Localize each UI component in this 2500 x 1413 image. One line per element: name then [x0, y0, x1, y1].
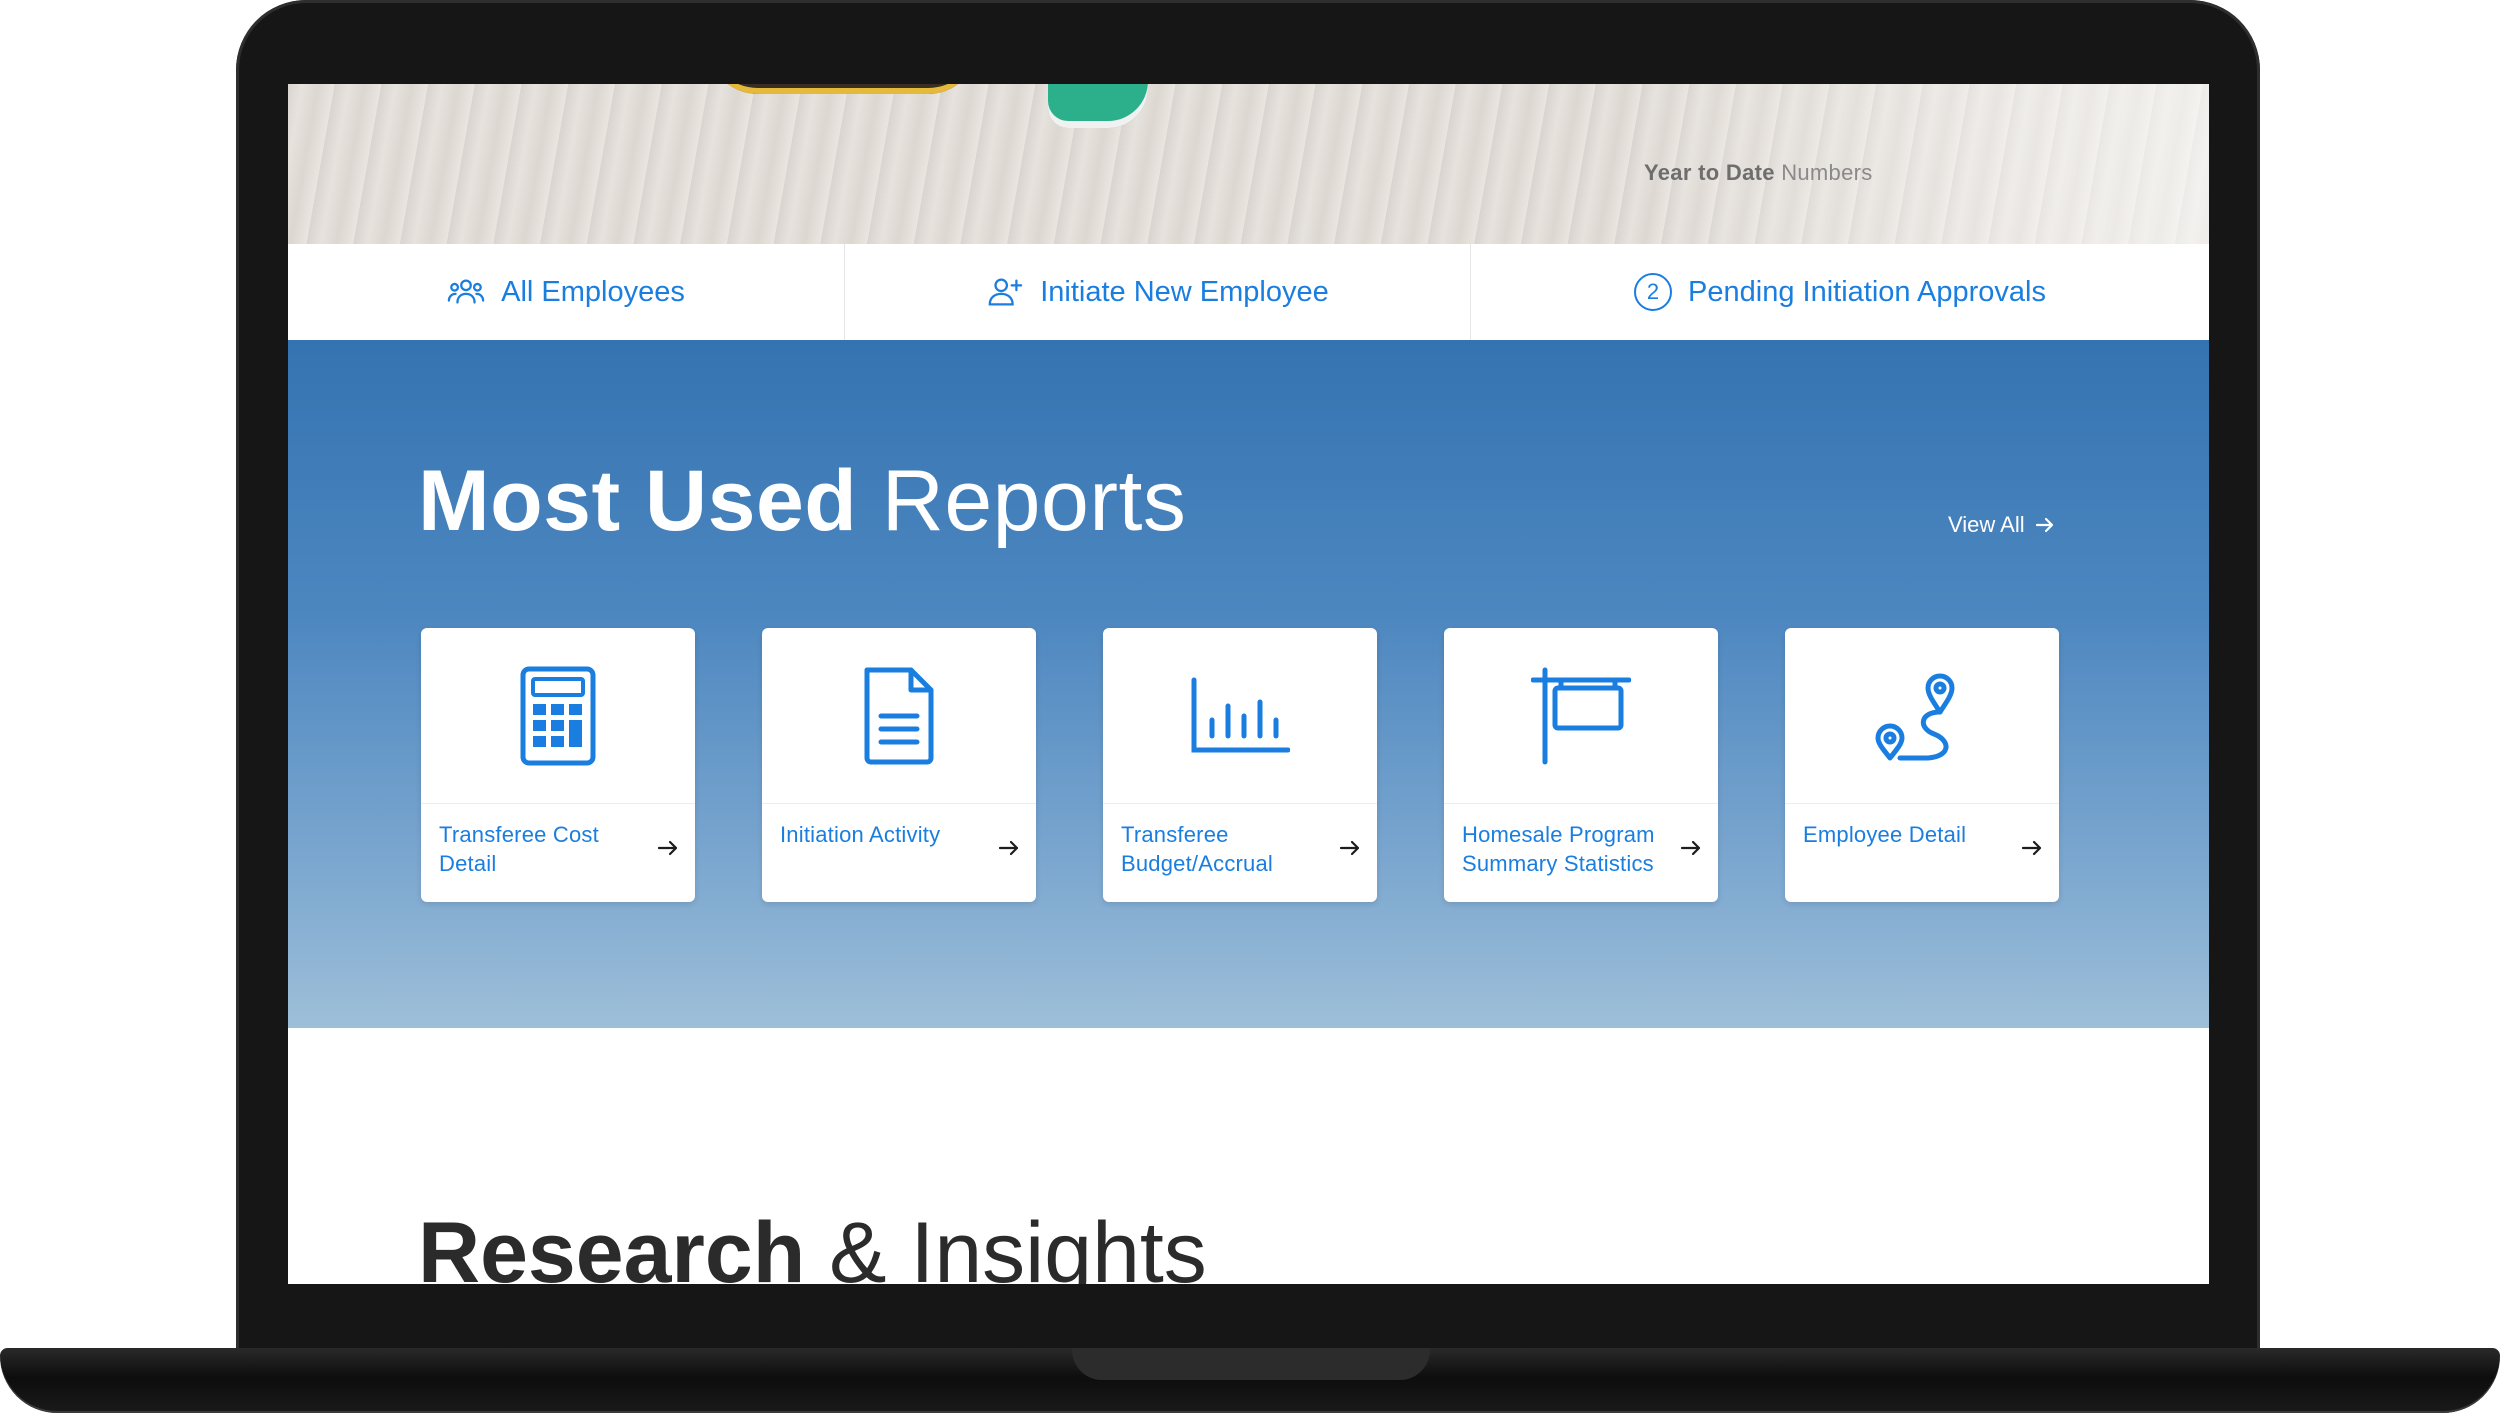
route-icon — [1875, 673, 1955, 760]
report-card-transferee-budget-accrual[interactable]: Transferee Budget/Accrual — [1103, 628, 1377, 902]
hero-image: Year to Date Numbers — [288, 84, 2209, 244]
arrow-right-icon — [1680, 840, 1701, 856]
all-employees-label: All Employees — [501, 275, 685, 308]
research-title-bold: Research — [418, 1205, 806, 1284]
report-card-employee-detail[interactable]: Employee Detail — [1785, 628, 2059, 902]
calculator-icon — [520, 666, 596, 765]
research-title-light: & Insights — [829, 1205, 1207, 1284]
card-icon-area — [762, 628, 1036, 804]
all-employees-link[interactable]: All Employees — [288, 244, 845, 340]
user-plus-icon — [988, 278, 1023, 306]
arrow-right-icon — [1339, 840, 1360, 856]
arrow-right-icon — [657, 840, 678, 856]
pending-initiation-approvals-link[interactable]: 2 Pending Initiation Approvals — [1471, 244, 2209, 340]
report-card-transferee-cost-detail[interactable]: Transferee Cost Detail — [421, 628, 695, 902]
report-card-homesale-program-summary[interactable]: Homesale Program Summary Statistics — [1444, 628, 1718, 902]
ytd-label-bold: Year to Date — [1644, 160, 1775, 185]
hero-shoe-graphic — [1048, 84, 1148, 128]
hero-rug-graphic — [708, 84, 978, 94]
arrow-right-icon — [2021, 840, 2042, 856]
card-icon-area — [1444, 628, 1718, 804]
ytd-label-rest: Numbers — [1781, 160, 1873, 185]
arrow-right-icon — [2035, 517, 2053, 533]
report-cards: Transferee Cost Detail Initiation Activi… — [421, 628, 2121, 902]
initiate-new-employee-link[interactable]: Initiate New Employee — [845, 244, 1471, 340]
reports-title-light: Reports — [881, 453, 1187, 549]
reports-title: Most Used Reports — [418, 452, 1186, 551]
view-all-label: View All — [1948, 512, 2025, 537]
bar-chart-icon — [1191, 677, 1290, 752]
ytd-numbers-label[interactable]: Year to Date Numbers — [1644, 160, 1873, 186]
sign-post-icon — [1531, 667, 1631, 764]
report-card-initiation-activity[interactable]: Initiation Activity — [762, 628, 1036, 902]
research-insights-title: Research & Insights — [418, 1204, 1207, 1284]
reports-title-bold: Most Used — [418, 453, 858, 549]
card-label: Transferee Budget/Accrual — [1121, 822, 1273, 876]
document-icon — [864, 667, 934, 764]
pending-initiation-approvals-label: Pending Initiation Approvals — [1688, 275, 2046, 308]
card-label: Transferee Cost Detail — [439, 822, 599, 876]
initiate-new-employee-label: Initiate New Employee — [1040, 275, 1329, 308]
card-label: Homesale Program Summary Statistics — [1462, 822, 1655, 876]
pending-count-badge: 2 — [1634, 273, 1673, 311]
arrow-right-icon — [998, 840, 1019, 856]
card-label: Initiation Activity — [780, 822, 941, 847]
most-used-reports-section: Most Used Reports View All Transferee Co… — [288, 340, 2209, 1028]
card-icon-area — [1103, 628, 1377, 804]
card-icon-area — [1785, 628, 2059, 804]
card-label: Employee Detail — [1803, 822, 1967, 847]
quick-links-bar: All Employees Initiate New Employee 2 Pe… — [288, 244, 2209, 340]
users-icon — [447, 279, 485, 304]
laptop-screen: Year to Date Numbers All Employees Initi… — [288, 84, 2209, 1284]
view-all-link[interactable]: View All — [1948, 512, 2055, 538]
laptop-notch — [1072, 1348, 1430, 1380]
card-icon-area — [421, 628, 695, 804]
